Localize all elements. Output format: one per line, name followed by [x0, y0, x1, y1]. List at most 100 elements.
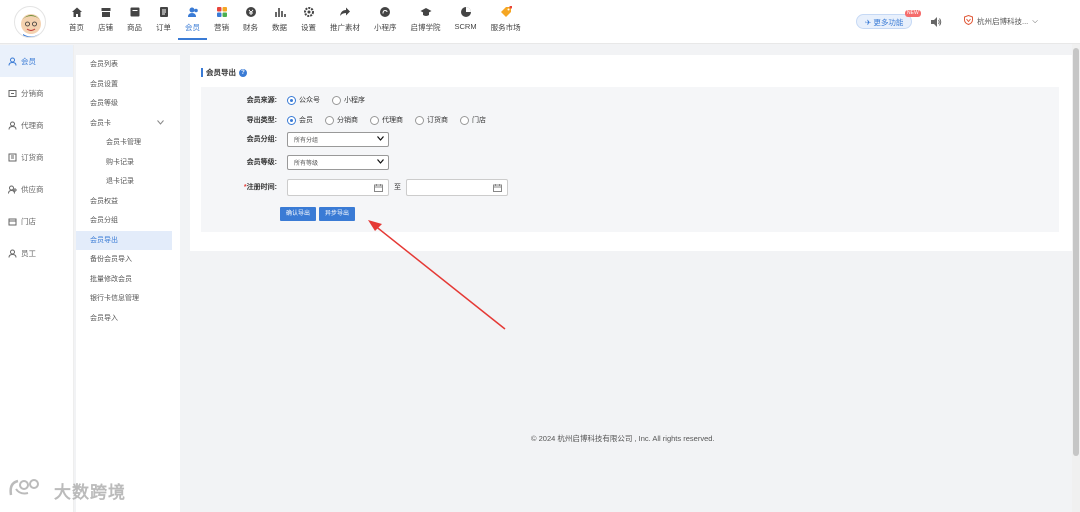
secondary-sidebar: 会员列表 会员设置 会员等级会员卡会员卡管理购卡记录退卡记录会员权益会员分组 会员导出… [76, 55, 180, 512]
nav-item-market[interactable]: 服务市场 [484, 6, 528, 40]
chevron-down-icon [377, 135, 384, 143]
nav-item-scrm[interactable]: SCRM [448, 6, 484, 40]
reg-label-text: 注册时间: [246, 184, 277, 191]
submenu-label: 会员卡管理 [106, 139, 141, 146]
export-type-radio[interactable]: 门店 [460, 115, 486, 125]
nav-item-promo[interactable]: 推广素材 [323, 6, 367, 40]
scrollbar-thumb[interactable] [1073, 48, 1079, 456]
end-date-input[interactable] [406, 178, 508, 196]
group-select[interactable]: 所有分组 [287, 131, 389, 147]
submenu-item[interactable]: 备份会员导入 [76, 250, 180, 270]
level-select[interactable]: 所有等级 [287, 154, 389, 170]
sidebar-item-member[interactable]: 会员 [0, 45, 73, 77]
sidebar-item-staff[interactable]: 员工 [0, 237, 73, 269]
member-icon [8, 57, 17, 66]
submenu-item[interactable]: 会员设置 [76, 75, 180, 95]
export-type-radio[interactable]: 订货商 [415, 115, 448, 125]
top-navbar: 首页 店铺 商品 订单 会员 营销 财务 数据 设置 推广素材 小程序 启博学院 SCRM 服务市场 ✈ … [0, 0, 1080, 44]
source-label: 会员来源: [246, 97, 277, 104]
speaker-icon[interactable] [930, 16, 942, 28]
submenu-label: 购卡记录 [106, 158, 134, 166]
store-icon [8, 217, 17, 226]
radio-circle [325, 115, 334, 125]
data-icon [274, 6, 286, 18]
radio-circle [287, 95, 296, 105]
nav-label: 小程序 [374, 23, 397, 32]
avatar-logo[interactable] [14, 6, 46, 38]
export-type-radio[interactable]: 代理商 [370, 115, 403, 125]
watermark-text: 大数跨境 [54, 483, 126, 502]
confirm-export-button[interactable]: 确认导出 [280, 207, 317, 221]
sidebar-item-store[interactable]: 门店 [0, 205, 73, 237]
chevron-down-icon: ⌵ [1032, 16, 1038, 25]
nav-item-store[interactable]: 店铺 [91, 6, 120, 40]
submenu-item[interactable]: 会员卡 [76, 114, 180, 134]
submenu-item[interactable]: 批量修改会员 [76, 270, 180, 290]
submenu-item[interactable]: 会员等级 [76, 94, 180, 114]
sidebar-item-agent[interactable]: 代理商 [0, 109, 73, 141]
member-export-panel: 会员导出 ? 会员来源: 公众号 小程序 导出类型: 会员 分销商 代理商 订货商 门店 … [190, 55, 1073, 251]
nav-item-member[interactable]: 会员 [178, 6, 207, 40]
distributor-icon [8, 89, 17, 98]
submenu-label: 会员权益 [90, 197, 118, 205]
miniapp-icon [379, 6, 391, 18]
company-switcher[interactable]: 杭州启博科技... ⌵ [964, 14, 1038, 27]
submenu-item[interactable]: 会员导出 [76, 230, 172, 250]
panel-title: 会员导出 ? [201, 67, 247, 78]
nav-label: 营销 [214, 23, 229, 32]
radio-label: 分销商 [337, 117, 358, 124]
nav-item-order[interactable]: 订单 [149, 6, 178, 40]
action-row: 确认导出 异步导出 [280, 206, 358, 222]
promo-icon [339, 6, 351, 18]
nav-item-academy[interactable]: 启博学院 [404, 6, 448, 40]
submenu-item[interactable]: 会员权益 [76, 192, 180, 212]
more-features-button[interactable]: ✈ 更多功能 [856, 14, 913, 29]
store-icon [100, 6, 112, 18]
orderer-icon [8, 153, 17, 162]
source-radio[interactable]: 公众号 [287, 95, 320, 105]
submenu-item[interactable]: 银行卡信息管理 [76, 289, 180, 309]
radio-circle [460, 115, 469, 125]
nav-label: 首页 [69, 23, 84, 32]
nav-item-data[interactable]: 数据 [265, 6, 294, 40]
main-nav: 首页 店铺 商品 订单 会员 营销 财务 数据 设置 推广素材 小程序 启博学院 SCRM 服务市场 [62, 6, 528, 40]
marketing-icon [216, 6, 228, 18]
nav-item-product[interactable]: 商品 [120, 6, 149, 40]
nav-item-home[interactable]: 首页 [62, 6, 91, 40]
sidebar-item-supplier[interactable]: 供应商 [0, 173, 73, 205]
source-radio[interactable]: 小程序 [332, 95, 365, 105]
submenu-item[interactable]: 会员卡管理 [76, 133, 180, 153]
submenu-label: 会员卡 [90, 119, 111, 127]
radio-label: 门店 [472, 117, 486, 124]
sidebar-item-distributor[interactable]: 分销商 [0, 77, 73, 109]
shield-icon [964, 14, 973, 27]
submenu-item[interactable]: 退卡记录 [76, 172, 180, 192]
sidebar-item-label: 门店 [21, 216, 36, 226]
sidebar-item-orderer[interactable]: 订货商 [0, 141, 73, 173]
source-row: 会员来源: 公众号 小程序 [201, 92, 377, 108]
reg-time-row: *注册时间: 至 [201, 178, 508, 196]
nav-label: 商品 [127, 23, 142, 32]
nav-item-settings[interactable]: 设置 [294, 6, 323, 40]
start-date-input[interactable] [287, 178, 389, 196]
submenu-item[interactable]: 会员列表 [76, 55, 180, 75]
radio-label: 会员 [299, 117, 313, 124]
radio-circle [370, 115, 379, 125]
export-type-radio[interactable]: 分销商 [325, 115, 358, 125]
nav-item-miniapp[interactable]: 小程序 [367, 6, 404, 40]
footer-copyright: © 2024 杭州启博科技有限公司 , Inc. All rights rese… [531, 434, 715, 443]
submenu-item[interactable]: 会员分组 [76, 211, 180, 231]
async-export-button[interactable]: 异步导出 [319, 207, 356, 221]
sidebar-item-label: 分销商 [21, 88, 44, 98]
submenu-label: 银行卡信息管理 [90, 295, 139, 302]
submenu-item[interactable]: 会员导入 [76, 309, 180, 329]
nav-item-finance[interactable]: 财务 [236, 6, 265, 40]
radio-label: 代理商 [382, 117, 403, 124]
export-type-radio[interactable]: 会员 [287, 115, 313, 125]
calendar-icon [374, 183, 383, 194]
submenu-item[interactable]: 购卡记录 [76, 153, 180, 173]
nav-item-marketing[interactable]: 营销 [207, 6, 236, 40]
supplier-icon [8, 185, 17, 194]
help-icon[interactable]: ? [239, 68, 247, 77]
market-icon [500, 6, 512, 18]
